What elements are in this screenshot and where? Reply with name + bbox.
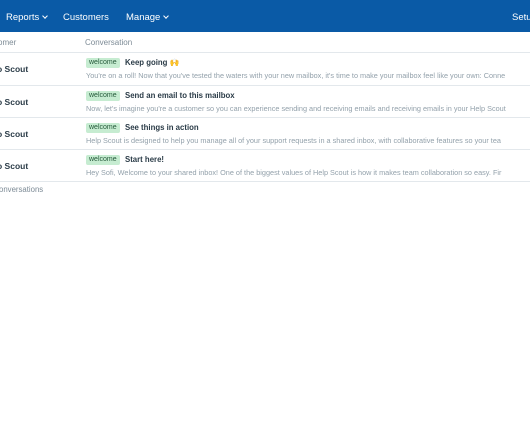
conversation-preview: Help Scout is designed to help you manag… [86, 136, 501, 145]
nav-manage-menu[interactable]: Manage [126, 11, 170, 25]
conversation-preview: Hey Sofi, Welcome to your shared inbox! … [86, 168, 502, 177]
conversation-count-footer: onversations [0, 185, 44, 194]
nav-reports-menu[interactable]: Reports [6, 11, 49, 25]
nav-setup-link[interactable]: Setup [512, 11, 530, 25]
chevron-down-icon [42, 13, 49, 19]
conversation-row[interactable]: o Scout welcome Send an email to this ma… [0, 86, 530, 118]
chevron-down-icon [163, 13, 170, 19]
nav-manage-label: Manage [126, 12, 161, 23]
conversation-subject: See things in action [125, 123, 199, 132]
tag-badge: welcome [86, 91, 120, 101]
conversation-row[interactable]: o Scout welcome Start here! Hey Sofi, We… [0, 150, 530, 182]
nav-reports-label: Reports [6, 12, 40, 23]
customer-name: o Scout [0, 129, 29, 139]
nav-customers-label: Customers [63, 12, 109, 23]
customer-name: o Scout [0, 97, 29, 107]
conversation-subject: Start here! [125, 155, 164, 164]
row-divider [0, 181, 530, 182]
tag-badge: welcome [86, 58, 120, 68]
nav-setup-label: Setup [512, 12, 530, 23]
column-header-customer[interactable]: omer [0, 38, 16, 47]
conversation-row[interactable]: o Scout welcome Keep going 🙌 You're on a… [0, 53, 530, 85]
tag-badge: welcome [86, 123, 120, 133]
conversation-preview: You're on a roll! Now that you've tested… [86, 71, 506, 80]
conversation-preview: Now, let's imagine you're a customer so … [86, 104, 506, 113]
nav-customers-link[interactable]: Customers [63, 11, 109, 25]
conversation-subject: Keep going 🙌 [125, 58, 180, 67]
customer-name: o Scout [0, 161, 29, 171]
column-header-conversation[interactable]: Conversation [85, 38, 132, 47]
conversation-row[interactable]: o Scout welcome See things in action Hel… [0, 118, 530, 150]
tag-badge: welcome [86, 155, 120, 165]
conversation-subject: Send an email to this mailbox [125, 91, 235, 100]
top-navigation-bar: Reports Customers Manage Setup [0, 0, 530, 32]
customer-name: o Scout [0, 64, 29, 74]
